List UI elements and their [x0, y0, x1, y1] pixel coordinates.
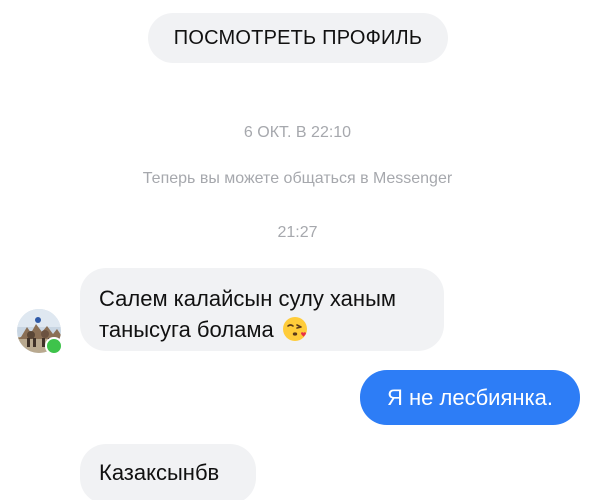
incoming-message[interactable]: Казаксынбв: [80, 444, 256, 500]
online-status-indicator: [45, 337, 63, 355]
message-line-with-emoji: танысуга болама: [99, 314, 424, 350]
system-notice: Теперь вы можете общаться в Messenger: [142, 170, 453, 187]
view-profile-button[interactable]: ПОСМОТРЕТЬ ПРОФИЛЬ: [148, 13, 448, 63]
message-line: танысуга болама: [99, 317, 274, 342]
messenger-chat-screen: ПОСМОТРЕТЬ ПРОФИЛЬ 6 ОКТ. В 22:10 Теперь…: [0, 0, 595, 500]
message-line: Салем калайсын сулу ханым: [99, 286, 396, 311]
time-separator: 21:27: [277, 224, 318, 241]
face-blowing-kiss-icon: [282, 316, 308, 350]
date-separator: 6 ОКТ. В 22:10: [243, 124, 352, 141]
incoming-message[interactable]: Салем калайсын сулу ханым танысуга болам…: [80, 268, 444, 351]
outgoing-message[interactable]: Я не лесбиянка.: [360, 370, 580, 425]
